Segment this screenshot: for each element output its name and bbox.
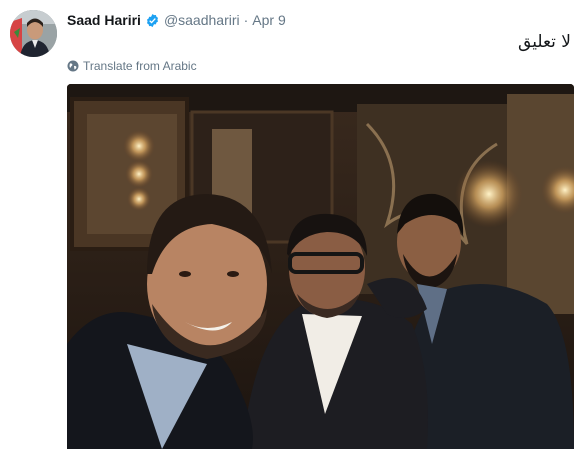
- globe-icon: [67, 60, 79, 72]
- tweet-date[interactable]: Apr 9: [252, 12, 285, 28]
- author-handle[interactable]: @saadhariri: [164, 12, 240, 28]
- tweet-header: Saad Hariri @saadhariri · Apr 9: [67, 10, 286, 30]
- author-name[interactable]: Saad Hariri: [67, 12, 141, 28]
- translate-link[interactable]: Translate from Arabic: [67, 59, 197, 73]
- tweet-photo[interactable]: [67, 84, 574, 449]
- separator-dot: ·: [243, 12, 249, 28]
- verified-badge-icon: [146, 13, 158, 27]
- tweet-text: لا تعليق: [518, 32, 571, 52]
- author-avatar[interactable]: [10, 10, 57, 57]
- translate-label: Translate from Arabic: [83, 59, 197, 73]
